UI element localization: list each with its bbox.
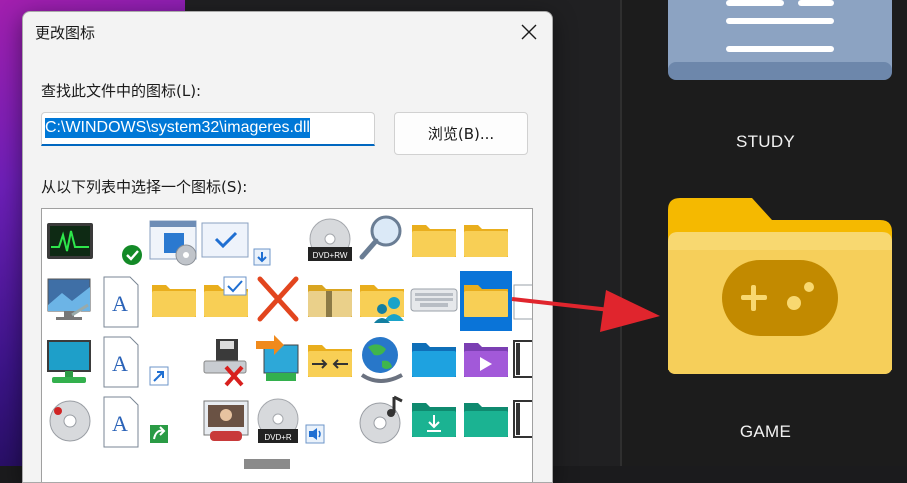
annotation-arrow bbox=[511, 290, 660, 332]
